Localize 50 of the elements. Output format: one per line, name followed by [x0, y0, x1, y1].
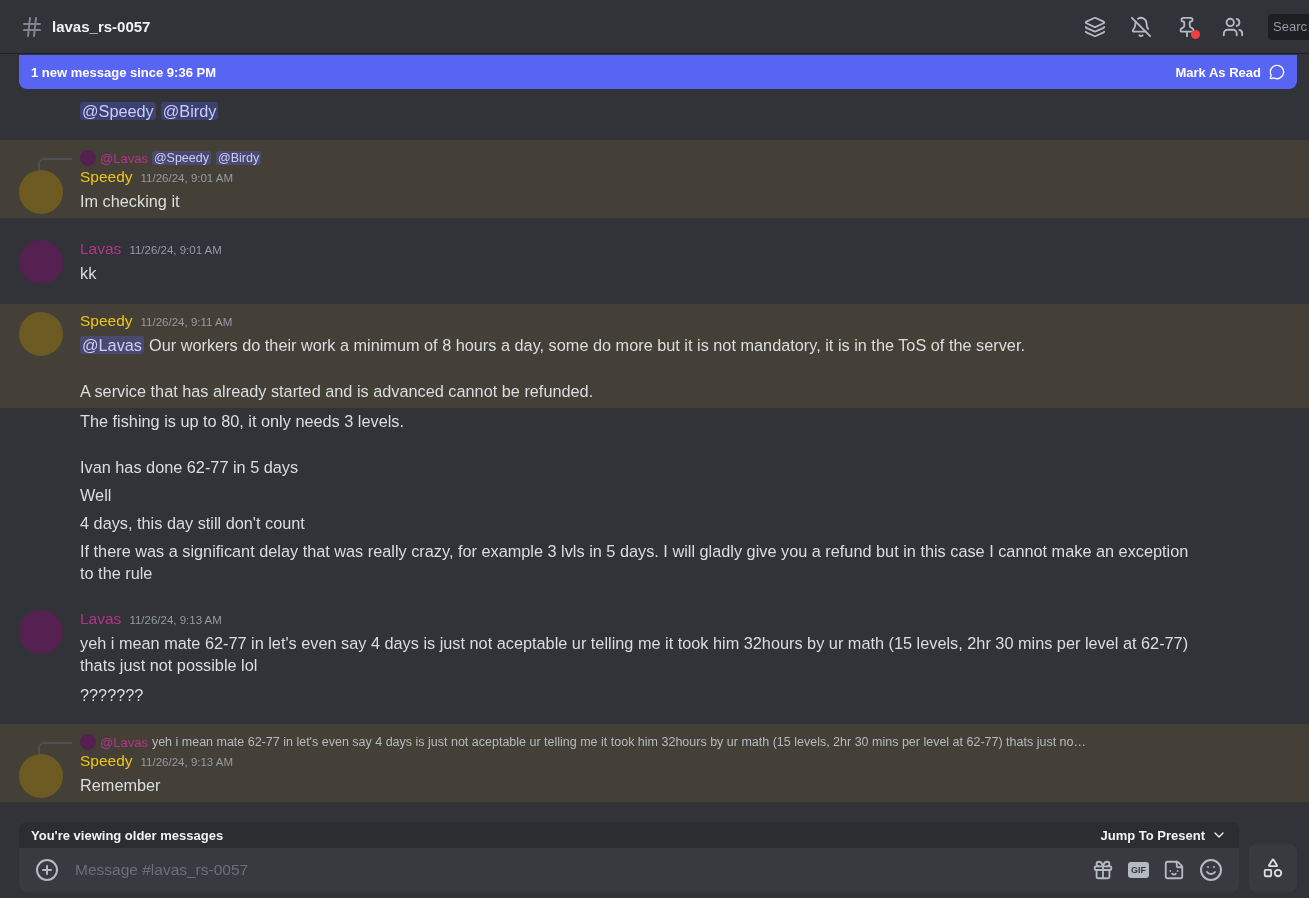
author-name[interactable]: Speedy	[80, 752, 133, 770]
search-field[interactable]: Searc	[1268, 13, 1309, 40]
mention[interactable]: @Lavas	[80, 336, 144, 354]
author-name[interactable]: Speedy	[80, 168, 133, 186]
message-text: Remember	[80, 775, 162, 796]
message-text: 4 days, this day still don't count	[80, 513, 306, 534]
gif-button[interactable]: GIF	[1128, 862, 1149, 878]
timestamp: 11/26/24, 9:11 AM	[140, 316, 233, 328]
timestamp: 11/26/24, 9:01 AM	[140, 172, 234, 184]
message-text: A service that has already started and is advanced cannot be refunded.	[80, 381, 595, 402]
banner-text: 1 new message since 9:36 PM	[31, 64, 216, 80]
timestamp: 11/26/24, 9:01 AM	[129, 244, 222, 256]
mention[interactable]: @Speedy	[151, 151, 211, 165]
mark-as-read-button[interactable]: Mark As Read	[1175, 64, 1285, 80]
message-text: @Lavas Our workers do their work a minimum of 8 hours a day, some do more but it is not mandatory, it is in the ToS of the server.	[80, 335, 1026, 356]
members-icon[interactable]	[1222, 15, 1245, 38]
channel-title: lavas_rs-0057	[52, 18, 152, 35]
timestamp: 11/26/24, 9:13 AM	[140, 756, 234, 768]
add-icon[interactable]	[35, 858, 59, 882]
reply-avatar	[80, 734, 96, 750]
message-text: yeh i mean mate 62-77 in let's even say 4 days is just not aceptable ur telling me it took him 32hours by ur math (15 levels, 2hr 30 mins per level at 62-77) thats just not possible lol	[80, 633, 1190, 676]
sticker-icon[interactable]	[1163, 859, 1185, 881]
channel-hash-icon	[20, 14, 44, 39]
mention[interactable]: @Birdy	[160, 102, 219, 120]
message-text: kk	[80, 263, 98, 284]
message-text: If there was a significant delay that was really crazy, for example 3 lvls in 5 days. I will gladly give you a refund but in this case I cannot make an exception to the rule	[80, 541, 1190, 584]
reply-avatar	[80, 150, 96, 166]
mention[interactable]: @Speedy	[80, 102, 156, 120]
reply-preview[interactable]: yeh i mean mate 62-77 in let's even say 4 days is just not aceptable ur telling me it took him 32hours by ur math (15 levels, 2hr 30 mins per level at 62-77) thats just no…	[151, 735, 1086, 749]
jump-to-present-button[interactable]: Jump To Present	[1100, 827, 1227, 843]
message-input[interactable]: Message #lavas_rs-0057	[73, 860, 1078, 880]
gift-icon[interactable]	[1092, 859, 1114, 881]
message-text: The fishing is up to 80, it only needs 3 levels.	[80, 411, 405, 432]
message-text: Ivan has done 62-77 in 5 days	[80, 457, 300, 478]
chat-bubble-icon	[1269, 64, 1285, 80]
bell-off-icon[interactable]	[1130, 15, 1153, 38]
reply-preview[interactable]: @Speedy @Birdy	[151, 151, 267, 165]
apps-button[interactable]	[1249, 844, 1297, 892]
message-text: ???????	[80, 685, 145, 706]
message-composer[interactable]: Message #lavas_rs-0057 GIF	[19, 848, 1239, 892]
new-messages-banner[interactable]: 1 new message since 9:36 PM Mark As Read	[19, 55, 1297, 89]
timestamp: 11/26/24, 9:13 AM	[129, 614, 222, 626]
layers-icon[interactable]	[1084, 15, 1107, 38]
mention[interactable]: @Birdy	[216, 151, 262, 165]
emoji-icon[interactable]	[1199, 858, 1223, 882]
message-text: Im checking it	[80, 191, 181, 212]
message-text: Well	[80, 485, 113, 506]
shapes-icon	[1262, 857, 1284, 879]
author-name[interactable]: Speedy	[80, 312, 133, 330]
older-messages-text: You're viewing older messages	[31, 827, 224, 843]
